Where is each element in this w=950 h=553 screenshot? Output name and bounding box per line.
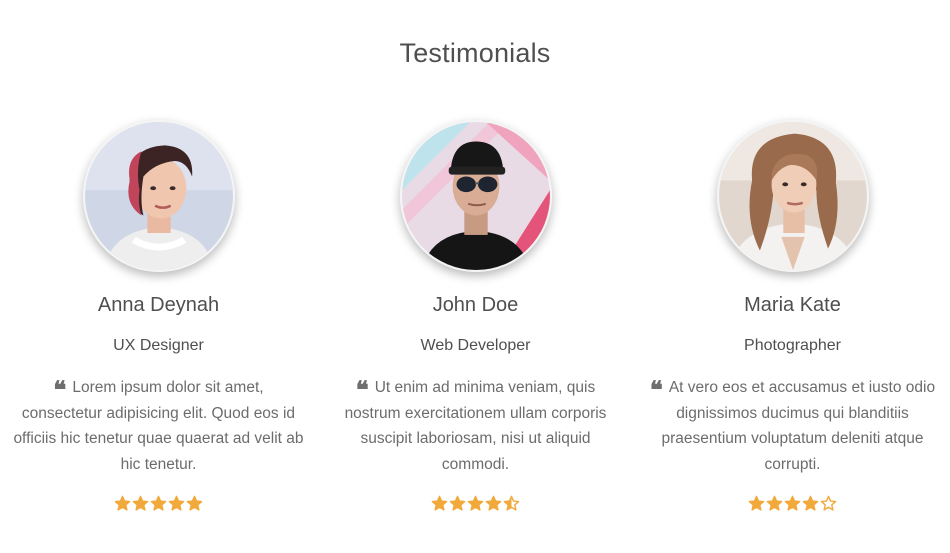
star-full-icon bbox=[467, 495, 484, 511]
testimonial-quote: ❝ At vero eos et accusamus et iusto odio … bbox=[646, 375, 939, 477]
quote-left-icon: ❝ bbox=[649, 375, 663, 404]
testimonial-quote: ❝ Ut enim ad minima veniam, quis nostrum … bbox=[329, 375, 622, 477]
quote-left-icon: ❝ bbox=[53, 375, 66, 404]
star-full-icon bbox=[784, 495, 801, 511]
testimonial-card: Maria Kate Photographer ❝ At vero eos et … bbox=[634, 0, 950, 553]
star-full-icon bbox=[114, 495, 131, 511]
star-full-icon bbox=[449, 495, 466, 511]
star-full-icon bbox=[485, 495, 502, 511]
avatar bbox=[82, 120, 235, 272]
star-full-icon bbox=[802, 495, 819, 511]
star-full-icon bbox=[766, 495, 783, 511]
quote-left-icon: ❝ bbox=[355, 375, 369, 404]
person-name: Anna Deynah bbox=[97, 294, 220, 316]
testimonial-quote: ❝ Lorem ipsum dolor sit amet, consectetur… bbox=[12, 375, 305, 477]
avatar bbox=[716, 120, 869, 272]
star-full-icon bbox=[168, 495, 185, 511]
avatar bbox=[399, 120, 552, 272]
star-full-icon bbox=[748, 495, 765, 511]
star-rating bbox=[0, 495, 317, 512]
testimonial-card: Anna Deynah UX Designer ❝ Lorem ipsum dol… bbox=[0, 0, 317, 553]
quote-text: At vero eos et accusamus et iusto odio d… bbox=[661, 379, 936, 473]
star-full-icon bbox=[431, 495, 448, 511]
star-rating bbox=[634, 495, 950, 512]
quote-text: Ut enim ad minima veniam, quis nostrum e… bbox=[344, 379, 607, 473]
person-name: Maria Kate bbox=[744, 294, 841, 316]
star-full-icon bbox=[132, 495, 149, 511]
star-half-icon bbox=[503, 495, 520, 511]
portrait-woman-long-hair-icon bbox=[718, 122, 867, 270]
star-empty-icon bbox=[820, 495, 837, 511]
person-role: Web Developer bbox=[420, 337, 531, 354]
portrait-man-cap-sunglasses-icon bbox=[401, 122, 550, 270]
person-role: Photographer bbox=[744, 337, 841, 354]
star-rating bbox=[317, 495, 634, 512]
person-name: John Doe bbox=[432, 294, 519, 316]
star-full-icon bbox=[186, 495, 203, 511]
star-full-icon bbox=[150, 495, 167, 511]
person-role: UX Designer bbox=[113, 337, 204, 354]
portrait-woman-short-hair-icon bbox=[84, 122, 233, 270]
testimonial-card: John Doe Web Developer ❝ Ut enim ad minim… bbox=[317, 0, 634, 553]
